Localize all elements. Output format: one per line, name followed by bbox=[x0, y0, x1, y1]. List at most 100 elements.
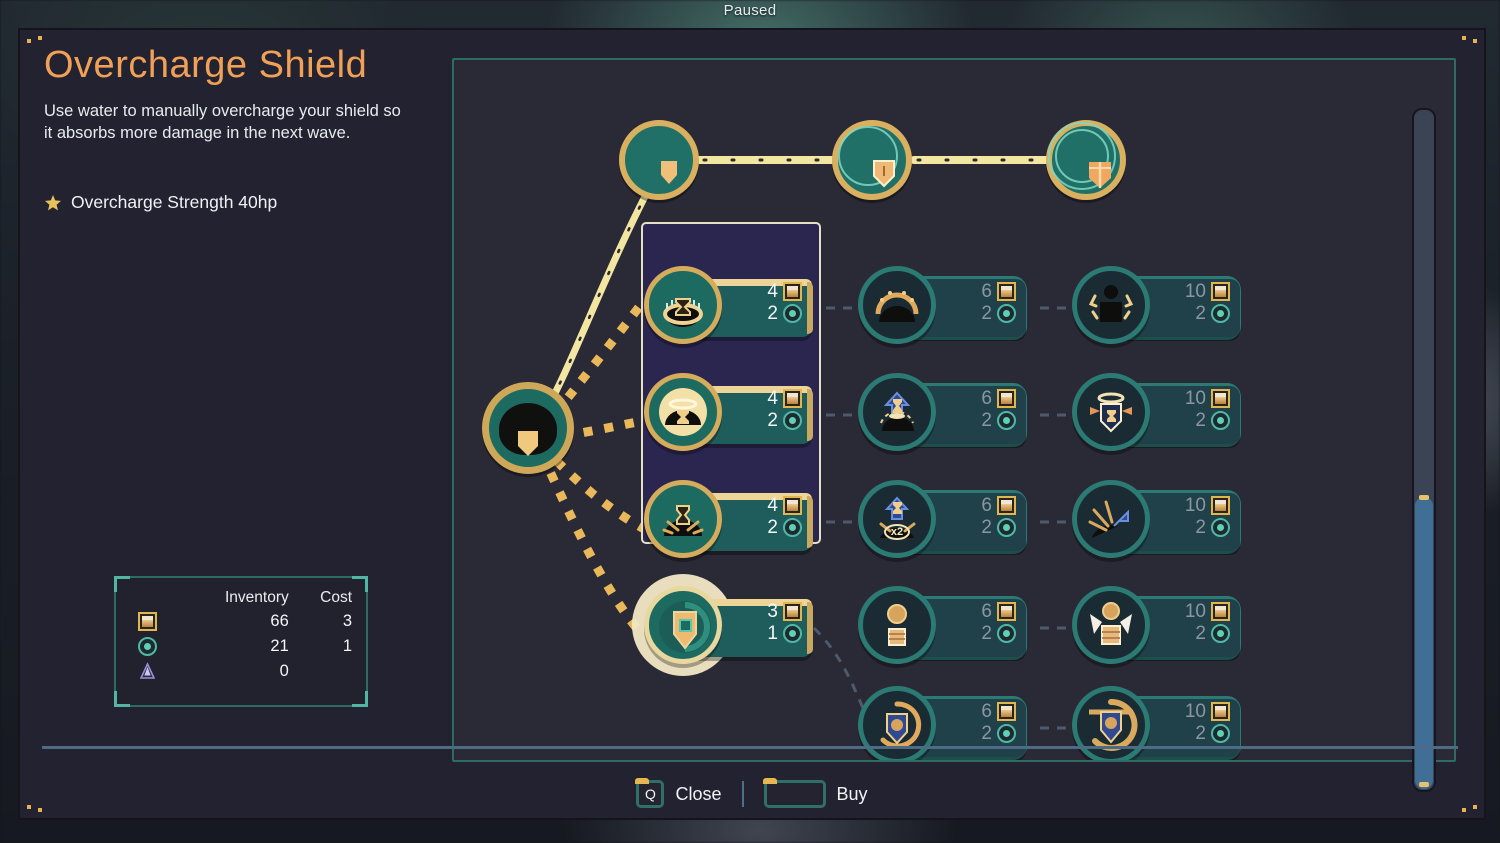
card-cost-sand: 6 bbox=[970, 389, 1016, 408]
card-cost-gear: 2 bbox=[970, 304, 1016, 323]
card-cost-sand-value: 4 bbox=[767, 495, 778, 516]
card-cost-gear-value: 2 bbox=[981, 623, 992, 644]
gear-resource-icon bbox=[783, 624, 802, 643]
card-cost-sand-value: 10 bbox=[1184, 281, 1206, 302]
card-icon-disc bbox=[1072, 266, 1150, 344]
paused-status-label: Paused bbox=[723, 2, 777, 19]
gear-resource-icon bbox=[783, 304, 802, 323]
card-cost-sand: 10 bbox=[1184, 496, 1230, 515]
card-cost-gear: 2 bbox=[1184, 518, 1230, 537]
card-pill-edge bbox=[807, 389, 813, 441]
card-pill-edge bbox=[807, 282, 813, 334]
sand-resource-icon bbox=[783, 389, 802, 408]
upgrade-card-c1r4[interactable]: 31 bbox=[632, 574, 813, 676]
card-cost-gear-value: 2 bbox=[1195, 623, 1206, 644]
upgrade-card-c2r1[interactable]: 62 bbox=[858, 266, 1027, 350]
card-cost-gear-value: 2 bbox=[981, 723, 992, 744]
skill-tree-panel[interactable]: 4 2 4 2 4 2 3 1 6 2 6 2 x2 6 2 6 2 6 2 10 2 10 2 10 2 10 2 10 2 bbox=[452, 58, 1456, 792]
card-cost-gear-value: 2 bbox=[1195, 723, 1206, 744]
inventory-corner-br bbox=[352, 691, 368, 707]
gear-resource-icon bbox=[1211, 518, 1230, 537]
sand-resource-icon bbox=[1211, 282, 1230, 301]
card-cost-gear: 2 bbox=[1184, 724, 1230, 743]
card-cost-group: 62 bbox=[970, 389, 1016, 430]
card-pill-edge bbox=[807, 602, 813, 654]
upgrade-card-c1r2[interactable]: 42 bbox=[644, 373, 813, 457]
card-cost-gear-value: 2 bbox=[767, 517, 778, 538]
buy-button[interactable]: Buy bbox=[762, 778, 868, 808]
gear-resource-icon bbox=[997, 518, 1016, 537]
sand-resource-icon bbox=[1211, 389, 1230, 408]
card-cost-gear: 2 bbox=[970, 724, 1016, 743]
table-row: 0 bbox=[116, 659, 366, 684]
upgrade-card-c3r1[interactable]: 10 2 bbox=[1072, 266, 1241, 350]
gear-resource-icon bbox=[783, 518, 802, 537]
gear-resource-icon-cell bbox=[116, 634, 175, 659]
tier-node-3[interactable] bbox=[1046, 120, 1126, 200]
card-cost-gear: 2 bbox=[1184, 304, 1230, 323]
card-cost-gear-value: 1 bbox=[767, 623, 778, 644]
tree-scrollbar[interactable] bbox=[1412, 108, 1436, 792]
obelisk-resource-icon bbox=[138, 662, 157, 681]
upgrade-card-c3r4[interactable]: 10 2 bbox=[1072, 586, 1241, 670]
inventory-quantity-gear: 21 bbox=[270, 637, 289, 656]
card-cost-sand-value: 10 bbox=[1184, 701, 1206, 722]
close-button[interactable]: Q Close bbox=[635, 778, 722, 808]
card-icon-disc bbox=[1072, 373, 1150, 451]
gear-resource-icon bbox=[783, 411, 802, 430]
card-cost-gear-value: 2 bbox=[1195, 517, 1206, 538]
upgrade-card-c3r3[interactable]: 10 2 bbox=[1072, 480, 1241, 564]
card-cost-group: 62 bbox=[970, 496, 1016, 537]
sand-resource-icon bbox=[997, 389, 1016, 408]
upgrade-card-c1r1[interactable]: 42 bbox=[644, 266, 813, 350]
upgrade-card-c2r2[interactable]: 62 bbox=[858, 373, 1027, 457]
tier-node-2[interactable] bbox=[832, 120, 912, 200]
card-cost-gear-value: 2 bbox=[767, 410, 778, 431]
tier-node-1[interactable] bbox=[619, 120, 699, 200]
sand-resource-icon bbox=[997, 496, 1016, 515]
card-cost-gear-value: 2 bbox=[981, 517, 992, 538]
card-cost-group: 62 bbox=[970, 282, 1016, 323]
card-cost-group: 62 bbox=[970, 602, 1016, 643]
card-icon-disc bbox=[644, 480, 722, 558]
sand-resource-icon bbox=[997, 602, 1016, 621]
card-cost-sand: 6 bbox=[970, 496, 1016, 515]
upgrade-card-c3r2[interactable]: 10 2 bbox=[1072, 373, 1241, 457]
card-cost-group: 62 bbox=[970, 702, 1016, 743]
table-row: 66 3 bbox=[116, 609, 366, 634]
card-cost-gear: 2 bbox=[1184, 411, 1230, 430]
gear-resource-icon bbox=[138, 637, 157, 657]
buy-button-label: Buy bbox=[836, 783, 868, 804]
card-cost-sand: 6 bbox=[970, 602, 1016, 621]
inventory-table: Inventory Cost 66 3 21 1 0 bbox=[116, 587, 366, 684]
page-title: Overcharge Shield bbox=[44, 44, 368, 86]
upgrade-card-c1r3[interactable]: 42 bbox=[644, 480, 813, 564]
upgrade-card-c2r4[interactable]: 62 bbox=[858, 586, 1027, 670]
sand-resource-icon bbox=[997, 282, 1016, 301]
sand-resource-icon bbox=[138, 612, 157, 632]
upgrade-card-c2r3[interactable]: x2 6 2 bbox=[858, 480, 1027, 564]
inventory-corner-tl bbox=[114, 576, 130, 592]
gear-resource-icon bbox=[1211, 411, 1230, 430]
card-cost-gear-value: 2 bbox=[1195, 410, 1206, 431]
card-cost-group: 42 bbox=[756, 389, 802, 430]
card-cost-sand: 10 bbox=[1184, 702, 1230, 721]
card-cost-sand-value: 10 bbox=[1184, 388, 1206, 409]
svg-text:x2: x2 bbox=[891, 526, 903, 538]
upgrade-info-panel: Overcharge Shield Use water to manually … bbox=[44, 44, 424, 213]
scrollbar-thumb-cap-top bbox=[1419, 495, 1429, 500]
card-cost-sand: 4 bbox=[756, 389, 802, 408]
gear-resource-icon bbox=[997, 411, 1016, 430]
card-icon-disc bbox=[644, 266, 722, 344]
game-screen: Paused Overcharge Shield Use water to ma… bbox=[0, 0, 1500, 843]
root-node[interactable] bbox=[482, 382, 574, 474]
card-cost-sand-value: 6 bbox=[981, 281, 992, 302]
gear-resource-icon bbox=[1211, 724, 1230, 743]
skill-tree-canvas: 4 2 4 2 4 2 3 1 6 2 6 2 x2 6 2 6 2 6 2 10 2 10 2 10 2 10 2 10 2 bbox=[454, 60, 1454, 760]
inventory-cost-sand: 3 bbox=[342, 612, 352, 631]
footer-toolbar: Q Close Buy bbox=[20, 770, 1484, 818]
sand-resource-icon bbox=[1211, 496, 1230, 515]
card-pill-edge bbox=[807, 496, 813, 548]
card-cost-sand: 10 bbox=[1184, 602, 1230, 621]
table-row: 21 1 bbox=[116, 634, 366, 659]
